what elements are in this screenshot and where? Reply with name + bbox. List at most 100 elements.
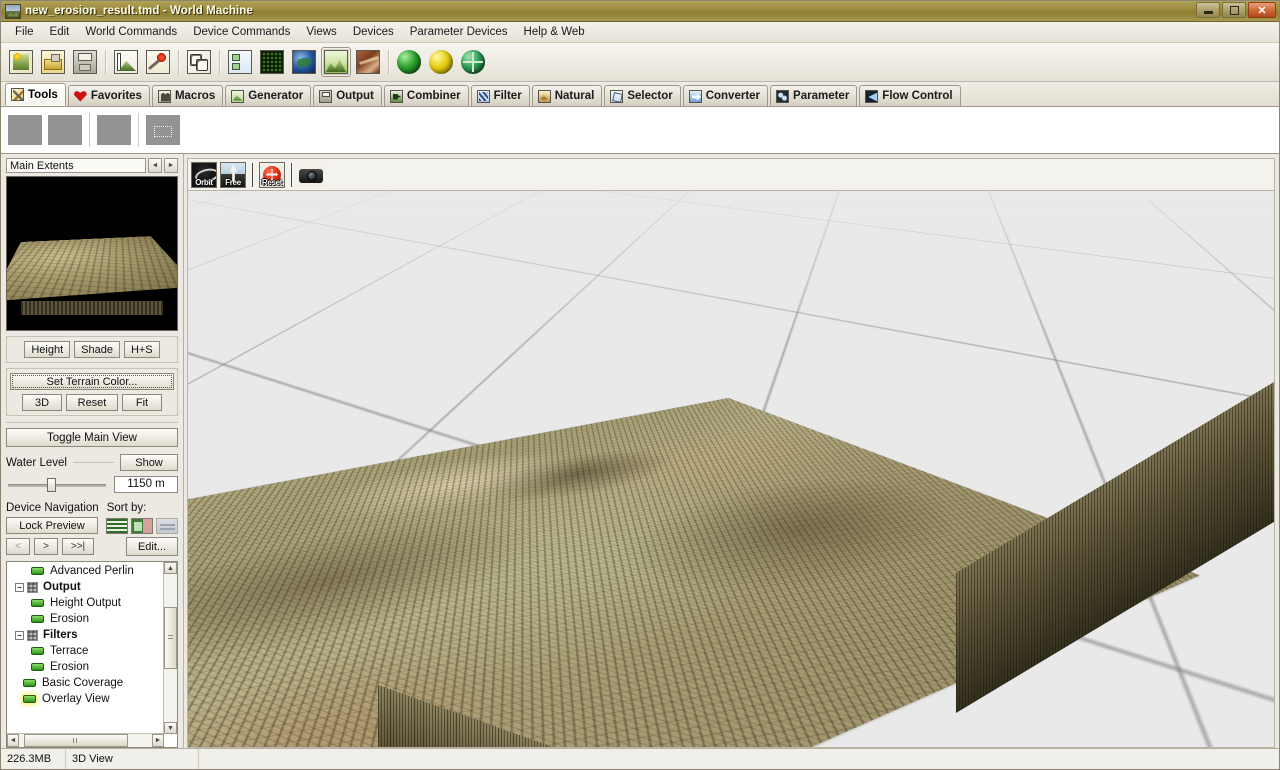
orbit-camera-button[interactable]: Orbit: [191, 161, 217, 188]
water-level-value[interactable]: 1150 m: [114, 476, 178, 493]
menu-file[interactable]: File: [7, 24, 42, 40]
close-button[interactable]: ✕: [1248, 2, 1276, 18]
tree-item-advanced-perlin[interactable]: Advanced Perlin: [9, 563, 177, 579]
tab-filter[interactable]: Filter: [470, 85, 530, 106]
new-world-button[interactable]: [6, 47, 36, 77]
tab-combiner[interactable]: Combiner: [383, 85, 469, 106]
menu-views[interactable]: Views: [298, 24, 344, 40]
tree-horizontal-scrollbar[interactable]: ◄ ►: [7, 733, 164, 747]
tab-favorites[interactable]: Favorites: [67, 85, 150, 106]
save-world-button[interactable]: [70, 47, 100, 77]
scroll-up-button[interactable]: ▲: [164, 562, 177, 574]
device-edit-button[interactable]: Edit...: [126, 537, 178, 556]
explorer-view-button[interactable]: [289, 47, 319, 77]
menu-edit[interactable]: Edit: [42, 24, 78, 40]
screenshot-camera-button[interactable]: [298, 161, 324, 188]
tree-item-erosion-filter[interactable]: Erosion: [9, 659, 177, 675]
sort-by-name-icon[interactable]: [156, 517, 178, 534]
tab-output[interactable]: Output: [313, 85, 382, 106]
randomize-button[interactable]: [184, 47, 214, 77]
viewport-toolbar: Orbit Free Reset: [187, 158, 1275, 190]
menu-device-commands[interactable]: Device Commands: [185, 24, 298, 40]
menu-devices[interactable]: Devices: [345, 24, 402, 40]
tab-natural[interactable]: Natural: [531, 85, 603, 106]
scroll-track-horizontal[interactable]: [19, 734, 152, 747]
water-show-button[interactable]: Show: [120, 454, 178, 471]
build-full-button[interactable]: [458, 47, 488, 77]
collapse-icon[interactable]: –: [15, 630, 24, 640]
tool-slot-4-selected[interactable]: [145, 114, 181, 146]
generator-icon: [231, 89, 245, 103]
tiled-build-button[interactable]: [257, 47, 287, 77]
terrain-3d-viewport[interactable]: [187, 190, 1275, 748]
tool-slot-3[interactable]: [96, 114, 132, 146]
view-fit-button[interactable]: Fit: [122, 394, 162, 411]
world-scale-button[interactable]: [111, 47, 141, 77]
build-preview-button[interactable]: [426, 47, 456, 77]
tree-group-filters[interactable]: – Filters: [9, 627, 177, 643]
free-camera-button[interactable]: Free: [220, 161, 246, 188]
quick-setup-button[interactable]: [143, 47, 173, 77]
lock-preview-button[interactable]: Lock Preview: [6, 517, 98, 534]
open-world-button[interactable]: [38, 47, 68, 77]
collapse-icon[interactable]: –: [15, 582, 24, 592]
tree-group-output[interactable]: – Output: [9, 579, 177, 595]
height-mode-button[interactable]: Height: [24, 341, 71, 358]
scroll-thumb-horizontal[interactable]: [24, 734, 129, 747]
menu-parameter-devices[interactable]: Parameter Devices: [402, 24, 516, 40]
sort-by-type-icon[interactable]: [131, 517, 153, 534]
sort-by-list-icon[interactable]: [106, 517, 128, 534]
tab-macros[interactable]: Macros: [151, 85, 224, 106]
tree-item-terrace[interactable]: Terrace: [9, 643, 177, 659]
toggle-main-view-button[interactable]: Toggle Main View: [6, 428, 178, 447]
view-reset-button[interactable]: Reset: [66, 394, 118, 411]
build-world-button[interactable]: [394, 47, 424, 77]
tool-slot-1[interactable]: [7, 114, 43, 146]
menu-help-web[interactable]: Help & Web: [516, 24, 593, 40]
device-dot-icon: [31, 567, 44, 575]
scroll-track-vertical[interactable]: [164, 574, 177, 722]
set-terrain-color-button[interactable]: Set Terrain Color...: [10, 373, 174, 390]
tree-vertical-scrollbar[interactable]: ▲ ▼: [163, 562, 177, 734]
prev-extent-button[interactable]: ◄: [148, 158, 162, 173]
heart-icon: [74, 90, 87, 103]
next-extent-button[interactable]: ►: [164, 158, 178, 173]
device-tree[interactable]: Advanced Perlin – Output Height Output E…: [6, 561, 178, 748]
terrain-preview-thumbnail[interactable]: [6, 176, 178, 331]
tree-item-basic-coverage[interactable]: Basic Coverage: [9, 675, 177, 691]
tree-item-erosion-output[interactable]: Erosion: [9, 611, 177, 627]
tab-generator[interactable]: Generator: [225, 85, 312, 106]
device-dot-icon: [31, 599, 44, 607]
tree-item-overlay-view[interactable]: Overlay View: [9, 691, 177, 707]
scroll-left-button[interactable]: ◄: [7, 734, 19, 747]
device-prev-button[interactable]: <: [6, 538, 30, 555]
maximize-button[interactable]: [1222, 2, 1246, 18]
tab-selector[interactable]: Selector: [604, 85, 681, 106]
menu-world-commands[interactable]: World Commands: [77, 24, 185, 40]
view-3d-button[interactable]: 3D: [22, 394, 62, 411]
tool-slot-2[interactable]: [47, 114, 83, 146]
tab-parameter[interactable]: Parameter: [770, 85, 858, 106]
minimize-button[interactable]: [1196, 2, 1220, 18]
device-last-button[interactable]: >>|: [62, 538, 94, 555]
slider-knob[interactable]: [46, 477, 56, 492]
tree-item-height-output[interactable]: Height Output: [9, 595, 177, 611]
palette-separator: [89, 113, 90, 147]
reset-camera-button[interactable]: Reset: [259, 161, 285, 188]
tab-tools[interactable]: Tools: [5, 83, 66, 106]
scroll-right-button[interactable]: ►: [152, 734, 164, 747]
scroll-down-button[interactable]: ▼: [164, 722, 177, 734]
tab-converter[interactable]: Converter: [682, 85, 769, 106]
water-level-slider[interactable]: [6, 477, 108, 492]
device-next-button[interactable]: >: [34, 538, 58, 555]
terrain-3d-view-icon: [324, 50, 348, 74]
tree-item-label: Erosion: [50, 661, 89, 673]
layout-view-button[interactable]: [225, 47, 255, 77]
panel-title: Main Extents: [6, 158, 146, 173]
shade-mode-button[interactable]: Shade: [74, 341, 120, 358]
3d-view-button[interactable]: [321, 47, 351, 77]
render-button[interactable]: [353, 47, 383, 77]
tab-flow-control[interactable]: Flow Control: [859, 85, 961, 106]
scroll-thumb-vertical[interactable]: [164, 606, 177, 669]
height-shade-mode-button[interactable]: H+S: [123, 341, 160, 358]
